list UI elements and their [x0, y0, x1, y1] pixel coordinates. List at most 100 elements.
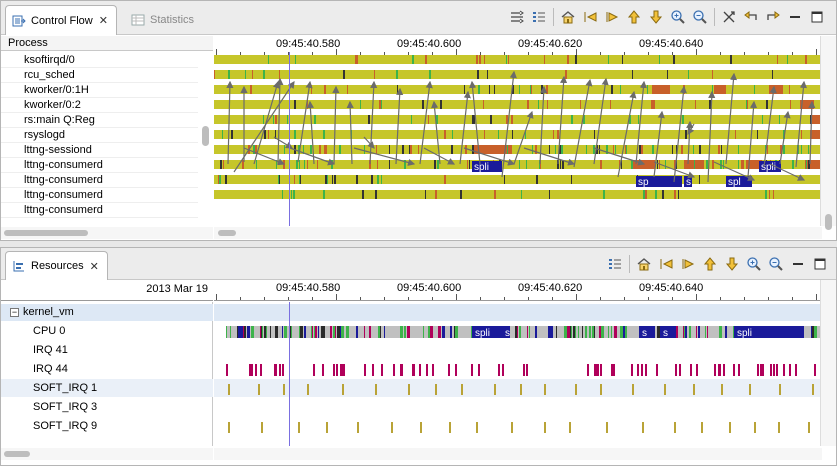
process-row-label[interactable]: lttng-consumerd: [24, 158, 103, 173]
cpu-state-tick[interactable]: [341, 326, 344, 338]
cpu-state-tick[interactable]: [811, 326, 812, 338]
process-horizontal-scroll-thumb[interactable]: [4, 230, 88, 236]
irq-event[interactable]: [613, 364, 615, 376]
irq-event[interactable]: [733, 364, 735, 376]
irq-event[interactable]: [783, 364, 785, 376]
process-column-header[interactable]: Process: [1, 36, 213, 51]
resource-row[interactable]: IRQ 41: [1, 341, 213, 359]
cpu-state-tick[interactable]: [620, 326, 623, 338]
filter-icon[interactable]: [506, 6, 528, 28]
irq-event[interactable]: [426, 364, 428, 376]
close-icon[interactable]: ✕: [99, 14, 108, 27]
softirq-event[interactable]: [476, 422, 478, 433]
process-list-scroll-thumb[interactable]: [202, 126, 209, 146]
cpu-state-tick[interactable]: [356, 326, 358, 338]
process-row-label[interactable]: kworker/0:2: [24, 98, 81, 113]
irq-event[interactable]: [471, 364, 473, 376]
irq-event[interactable]: [419, 364, 421, 376]
cpu-state-tick[interactable]: [575, 326, 576, 338]
softirq-event[interactable]: [808, 422, 810, 433]
tree-root-row[interactable]: − kernel_vm: [1, 304, 213, 321]
irq-event[interactable]: [656, 364, 658, 376]
cpu-state-tick[interactable]: [515, 326, 517, 338]
cpu-state-tick[interactable]: [318, 326, 319, 338]
softirq-event[interactable]: [600, 384, 602, 395]
softirq-event[interactable]: [674, 422, 676, 433]
irq-event[interactable]: [279, 364, 281, 376]
cpu-state-tick[interactable]: [450, 326, 452, 338]
process-row-label[interactable]: ksoftirqd/0: [24, 53, 75, 68]
softirq-event[interactable]: [749, 384, 751, 395]
irq-event[interactable]: [760, 364, 762, 376]
follow-arrow-forward-icon[interactable]: [762, 6, 784, 28]
irq-event[interactable]: [226, 364, 228, 376]
resource-row[interactable]: SOFT_IRQ 3: [1, 398, 213, 416]
next-item-icon[interactable]: [645, 6, 667, 28]
cpu-state-tick[interactable]: [423, 326, 424, 338]
next-item-icon[interactable]: [721, 253, 743, 275]
irq-event[interactable]: [696, 364, 698, 376]
follow-arrow-back-icon[interactable]: [740, 6, 762, 28]
timegraph-horizontal-scroll-thumb[interactable]: [218, 230, 236, 236]
cpu-state-tick[interactable]: [814, 326, 817, 338]
zoom-in-icon[interactable]: [667, 6, 689, 28]
dependency-arrow[interactable]: [763, 85, 777, 168]
cpu-state-tick[interactable]: [384, 326, 385, 338]
irq-event[interactable]: [448, 364, 450, 376]
softirq-event[interactable]: [569, 422, 571, 433]
softirq-event[interactable]: [642, 422, 644, 433]
irq-event[interactable]: [255, 364, 257, 376]
irq-event[interactable]: [393, 364, 395, 376]
cpu-state-tick[interactable]: [264, 326, 266, 338]
zoom-in-icon[interactable]: [743, 253, 765, 275]
cpu-state-tick[interactable]: [346, 326, 349, 338]
cpu-state-tick[interactable]: [608, 326, 609, 338]
process-horizontal-scrollbar[interactable]: [1, 227, 213, 239]
cpu-state-tick[interactable]: [812, 326, 814, 338]
irq-event[interactable]: [762, 364, 764, 376]
previous-item-icon[interactable]: [623, 6, 645, 28]
irq-event[interactable]: [600, 364, 602, 376]
irq-event[interactable]: [502, 364, 504, 376]
irq-event[interactable]: [795, 364, 797, 376]
cpu-state-tick[interactable]: [614, 326, 617, 338]
cpu-state-tick[interactable]: [312, 326, 313, 338]
zoom-out-icon[interactable]: [765, 253, 787, 275]
process-state-bar[interactable]: [214, 55, 820, 64]
irq-event[interactable]: [282, 364, 284, 376]
resources-time-axis[interactable]: 09:45:40.580 09:45:40.600 09:45:40.620 09:4…: [214, 280, 820, 301]
process-row-label[interactable]: lttng-consumerd: [24, 188, 103, 203]
resource-row[interactable]: CPU 0: [1, 322, 213, 340]
cpu-state-tick[interactable]: [625, 326, 627, 338]
irq-event[interactable]: [340, 364, 342, 376]
collapse-icon[interactable]: −: [10, 308, 19, 317]
cpu-state-tick[interactable]: [548, 326, 551, 338]
blocked-state-segment[interactable]: [652, 85, 670, 94]
zoom-out-icon[interactable]: [689, 6, 711, 28]
irq-event[interactable]: [814, 364, 816, 376]
softirq-event[interactable]: [779, 384, 781, 395]
process-row-label[interactable]: lttng-consumerd: [24, 173, 103, 188]
cpu-state-tick[interactable]: [442, 326, 445, 338]
irq-event[interactable]: [690, 364, 692, 376]
softirq-event[interactable]: [258, 384, 260, 395]
cpu-state-tick[interactable]: [304, 326, 306, 338]
cpu-state-tick[interactable]: [340, 326, 341, 338]
cpu-state-tick[interactable]: [556, 326, 557, 338]
cpu-state-tick[interactable]: [719, 326, 722, 338]
cpu-state-tick[interactable]: [529, 326, 530, 338]
softirq-event[interactable]: [342, 384, 344, 395]
softirq-event[interactable]: [544, 384, 546, 395]
cpu-state-tick[interactable]: [262, 326, 263, 338]
cpu-state-tick[interactable]: [519, 326, 521, 338]
cpu-state-tick[interactable]: [275, 326, 278, 338]
cpu-state-tick[interactable]: [238, 326, 241, 338]
control-flow-timegraph[interactable]: spli sp s spl spli: [214, 52, 820, 226]
cpu-state-tick[interactable]: [226, 326, 227, 338]
irq-event[interactable]: [336, 364, 338, 376]
cpu-state-tick[interactable]: [573, 326, 575, 338]
irq-event[interactable]: [498, 364, 500, 376]
softirq-event[interactable]: [449, 422, 451, 433]
irq-event[interactable]: [587, 364, 589, 376]
cpu-state-tick[interactable]: [585, 326, 587, 338]
